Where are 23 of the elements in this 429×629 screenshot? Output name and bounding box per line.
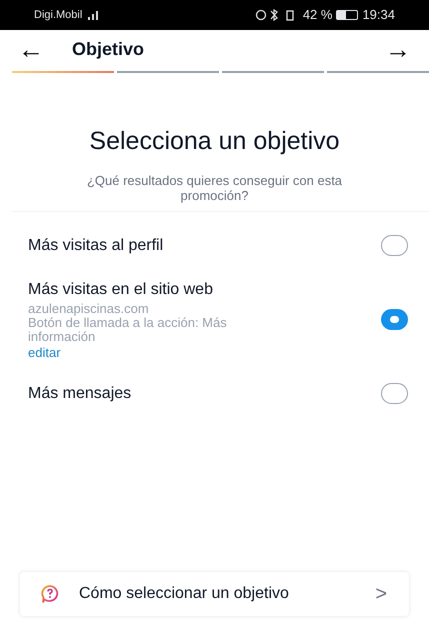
back-button[interactable]: ← [18, 36, 44, 62]
clock-time: 19:34 [362, 6, 395, 24]
battery-icon [336, 10, 358, 20]
next-button[interactable]: → [385, 36, 411, 62]
radio-button[interactable] [381, 235, 408, 256]
help-bubble-icon [40, 584, 60, 604]
chevron-icon: > [375, 579, 387, 609]
help-label: Cómo seleccionar un objetivo [79, 584, 290, 604]
radio-button[interactable] [381, 309, 408, 330]
battery-percent: 42 % [302, 6, 332, 24]
option-label: Más visitas en el sitio web [28, 280, 214, 300]
option-detail: azulenapiscinas.com [28, 302, 150, 316]
carrier-name: Digi.Mobil [34, 8, 82, 23]
screen-title: Objetivo [72, 38, 144, 61]
option-detail: Botón de llamada a la acción: Más información [28, 316, 228, 344]
page-heading: Selecciona un objetivo [88, 126, 341, 157]
page-subtitle: ¿Qué resultados quieres conseguir con esta promoción? [86, 172, 344, 202]
help-card[interactable]: Cómo seleccionar un objetivo > [20, 572, 409, 616]
option-label: Más visitas al perfil [28, 236, 164, 256]
signal-icon [86, 10, 100, 20]
edit-link[interactable]: editar [28, 344, 61, 362]
option-label: Más mensajes [28, 384, 132, 404]
radio-button[interactable] [381, 383, 408, 404]
